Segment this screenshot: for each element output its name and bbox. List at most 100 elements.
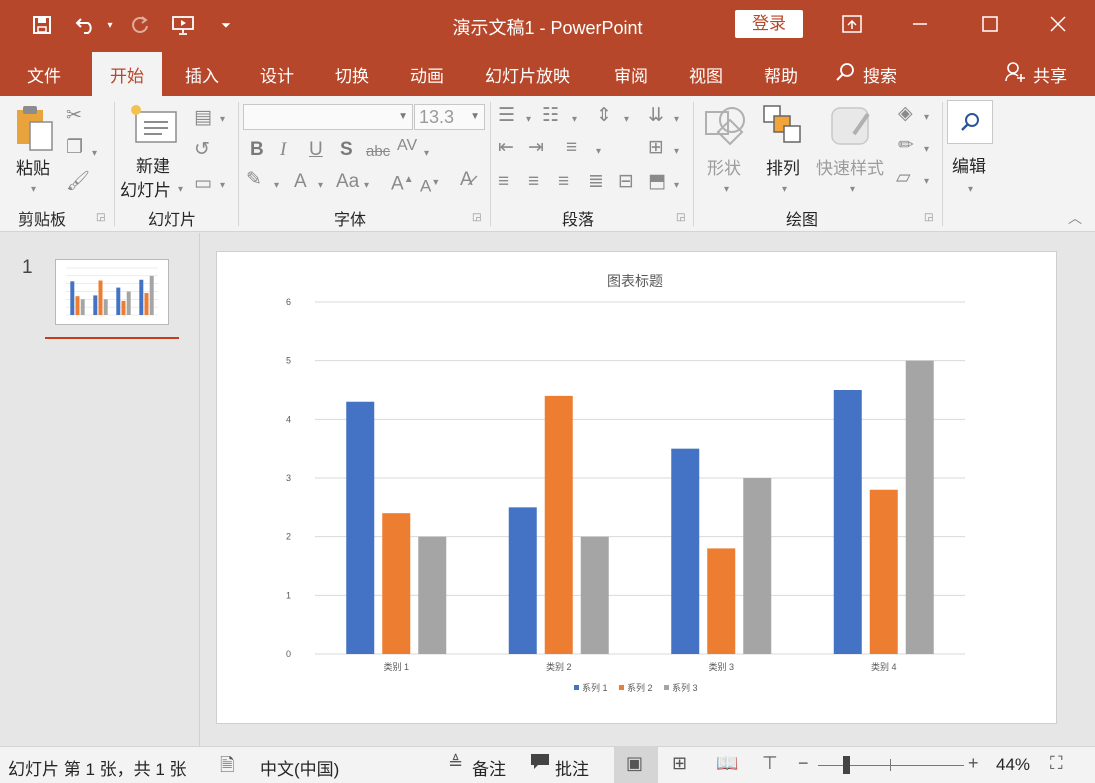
zoom-slider-track[interactable] [818, 765, 964, 766]
ribbon-display-options-icon[interactable] [832, 8, 872, 40]
tab-animations[interactable]: 动画 [410, 62, 444, 87]
line-spacing-dropdown-icon[interactable]: ▾ [624, 110, 629, 130]
copy-icon[interactable]: ❐ [66, 138, 83, 158]
search-label[interactable]: 搜索 [863, 62, 897, 87]
zoom-level[interactable]: 44% [996, 755, 1030, 775]
editing-label[interactable]: 编辑 [952, 152, 986, 177]
smartart-dropdown-icon[interactable]: ▾ [674, 176, 679, 196]
paragraph-launcher-icon[interactable]: ◲ [676, 212, 685, 223]
character-spacing-icon[interactable]: AV [397, 136, 417, 156]
tab-insert[interactable]: 插入 [185, 62, 219, 87]
new-slide-label-1[interactable]: 新建 [136, 152, 170, 177]
collapse-ribbon-icon[interactable]: ︿ [1068, 208, 1082, 228]
zoom-slider-thumb[interactable] [842, 756, 850, 774]
underline-icon[interactable]: U [309, 140, 323, 160]
text-direction-icon[interactable]: ⇊ [648, 106, 664, 126]
comments-button[interactable]: 批注 [555, 755, 589, 780]
editing-button[interactable] [947, 100, 993, 144]
columns-icon[interactable]: ≡ [566, 138, 577, 158]
reset-icon[interactable]: ↺ [194, 140, 210, 160]
clipboard-launcher-icon[interactable]: ◲ [96, 212, 105, 223]
reading-view-icon[interactable]: 📖 [716, 753, 738, 774]
font-color-icon[interactable]: A [294, 172, 307, 192]
shape-outline-icon[interactable]: ✏ [898, 136, 914, 156]
paste-dropdown-icon[interactable]: ▾ [31, 180, 36, 200]
fit-to-window-icon[interactable]: ⛶ [1050, 753, 1063, 774]
search-icon[interactable] [835, 61, 857, 88]
font-size-dropdown-icon[interactable]: ▼ [470, 105, 480, 129]
arrange-dropdown-icon[interactable]: ▾ [782, 180, 787, 200]
tab-transitions[interactable]: 切换 [335, 62, 369, 87]
new-slide-icon[interactable] [128, 102, 180, 149]
arrange-icon[interactable] [762, 104, 806, 153]
zoom-out-icon[interactable]: − [798, 753, 809, 774]
chart[interactable]: 图表标题 0 1 2 3 4 5 6 类别 1 类别 2 类别 3 类别 4 系列 1 系列 2 系列… [217, 252, 1056, 723]
quick-styles-icon[interactable] [828, 104, 876, 155]
tab-slideshow[interactable]: 幻灯片放映 [485, 62, 570, 87]
arrange-label[interactable]: 排列 [766, 154, 800, 179]
highlight-dropdown-icon[interactable]: ▾ [274, 176, 279, 196]
shape-fill-icon[interactable]: ◈ [898, 104, 913, 124]
align-left-icon[interactable]: ≡ [498, 172, 509, 192]
change-case-dropdown-icon[interactable]: ▾ [364, 176, 369, 196]
change-case-icon[interactable]: Aa [336, 172, 359, 192]
quick-styles-dropdown-icon[interactable]: ▾ [850, 180, 855, 200]
shapes-dropdown-icon[interactable]: ▾ [724, 180, 729, 200]
italic-icon[interactable]: I [280, 140, 286, 160]
font-name-combo[interactable]: ▼ [243, 104, 413, 130]
align-text-icon[interactable]: ⊞ [648, 138, 664, 158]
minimize-icon[interactable] [900, 8, 940, 40]
bold-icon[interactable]: B [250, 140, 264, 160]
align-center-icon[interactable]: ≡ [528, 172, 539, 192]
login-button[interactable]: 登录 [735, 10, 803, 38]
increase-indent-icon[interactable]: ⇥ [528, 138, 544, 158]
notes-button[interactable]: 备注 [472, 755, 506, 780]
slide-canvas[interactable]: 图表标题 0 1 2 3 4 5 6 类别 1 类别 2 类别 3 类别 4 系列 1 系列 2 系列… [216, 251, 1057, 724]
layout-dropdown-icon[interactable]: ▾ [220, 110, 225, 130]
font-color-dropdown-icon[interactable]: ▾ [318, 176, 323, 196]
shapes-label[interactable]: 形状 [707, 154, 741, 179]
numbering-icon[interactable]: ☷ [542, 106, 559, 126]
editing-dropdown-icon[interactable]: ▾ [968, 180, 973, 200]
format-painter-icon[interactable]: 🖌 [66, 172, 90, 192]
bullets-dropdown-icon[interactable]: ▾ [526, 110, 531, 130]
font-name-dropdown-icon[interactable]: ▼ [398, 105, 408, 129]
language-status[interactable]: 中文(中国) [260, 755, 339, 780]
decrease-font-size-icon[interactable]: A▼ [420, 172, 440, 197]
close-icon[interactable] [1038, 8, 1078, 40]
align-right-icon[interactable]: ≡ [558, 172, 569, 192]
text-highlight-icon[interactable]: ✎ [246, 170, 262, 190]
clear-formatting-icon[interactable]: A̷ [460, 170, 473, 190]
tab-design[interactable]: 设计 [260, 62, 294, 87]
tab-home[interactable]: 开始 [92, 52, 162, 96]
numbering-dropdown-icon[interactable]: ▾ [572, 110, 577, 130]
tab-view[interactable]: 视图 [689, 62, 723, 87]
notes-icon[interactable]: ≜ [448, 753, 463, 774]
strikethrough-icon[interactable]: abc [366, 142, 390, 162]
chart-title[interactable]: 图表标题 [607, 273, 663, 289]
increase-font-size-icon[interactable]: A▲ [391, 170, 414, 194]
quick-styles-label[interactable]: 快速样式 [816, 154, 884, 179]
drawing-launcher-icon[interactable]: ◲ [924, 212, 933, 223]
share-icon[interactable] [1004, 61, 1026, 88]
paste-icon[interactable] [14, 104, 56, 157]
shape-fill-dropdown-icon[interactable]: ▾ [924, 108, 929, 128]
line-spacing-icon[interactable]: ⇕ [596, 106, 612, 126]
section-icon[interactable]: ▭ [194, 174, 212, 194]
shape-effects-dropdown-icon[interactable]: ▾ [924, 172, 929, 192]
copy-dropdown-icon[interactable]: ▾ [92, 144, 97, 164]
text-direction-dropdown-icon[interactable]: ▾ [674, 110, 679, 130]
shapes-icon[interactable] [702, 102, 750, 153]
cut-icon[interactable]: ✂ [66, 106, 82, 126]
bullets-icon[interactable]: ☰ [498, 106, 515, 126]
slideshow-view-icon[interactable]: ⊤ [762, 753, 778, 774]
shape-effects-icon[interactable]: ▱ [896, 168, 911, 188]
shadow-icon[interactable]: S [340, 140, 353, 160]
shape-outline-dropdown-icon[interactable]: ▾ [924, 140, 929, 160]
align-text-dropdown-icon[interactable]: ▾ [674, 142, 679, 162]
smartart-icon[interactable]: ⬒ [648, 172, 666, 192]
layout-icon[interactable]: ▤ [194, 108, 212, 128]
columns-dropdown-icon[interactable]: ▾ [596, 142, 601, 162]
new-slide-dropdown-icon[interactable]: ▾ [178, 180, 183, 200]
normal-view-button[interactable]: ▣ [614, 747, 658, 783]
